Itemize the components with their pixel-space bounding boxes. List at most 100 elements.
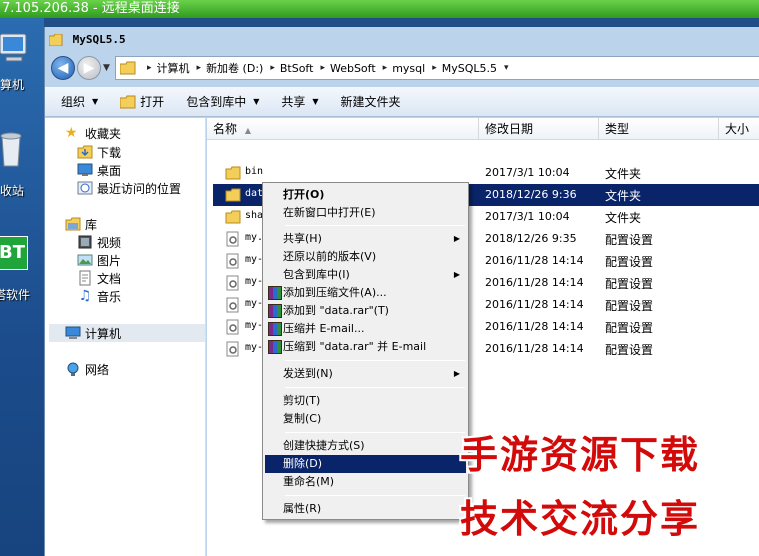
menu-item-compress-and-email[interactable]: 压缩并 E-mail... — [265, 320, 466, 338]
file-name: bin — [245, 166, 264, 177]
nav-favorites[interactable]: ★ 收藏夹 — [65, 124, 121, 142]
desktop-icon-bt-panel[interactable]: BT 塔软件 — [0, 236, 44, 306]
nav-music[interactable]: ♫ 音乐 — [77, 287, 121, 305]
sort-ascending-icon: ▲ — [244, 126, 251, 135]
nav-recent-places[interactable]: 最近访问的位置 — [77, 179, 181, 197]
column-header-size[interactable]: 大小 — [719, 118, 759, 140]
file-type: 文件夹 — [605, 189, 642, 203]
config-file-icon — [226, 253, 239, 269]
context-menu: 打开(O) 在新窗口中打开(E) 共享(H) ▶ 还原以前的版本(V) 包含到库中… — [262, 182, 469, 520]
menu-item-delete[interactable]: 删除(D) — [265, 455, 466, 473]
libraries-icon — [65, 217, 81, 231]
address-row: ◀ ▶ ▼ ▸ 计算机 ▸ 新加卷 (D:) ▸ BtSoft ▸ WebSof… — [49, 55, 759, 81]
menu-separator — [285, 360, 465, 361]
nav-computer[interactable]: 计算机 — [65, 324, 121, 342]
arrow-left-icon: ◀ — [57, 60, 69, 76]
menu-item-add-to-archive[interactable]: 添加到压缩文件(A)... — [265, 284, 466, 302]
nav-documents[interactable]: 文档 — [77, 269, 121, 287]
menu-item-cut[interactable]: 剪切(T) — [265, 392, 466, 410]
winrar-icon — [268, 340, 282, 354]
breadcrumb-mysql55[interactable]: MySQL5.5 — [442, 62, 497, 75]
menu-item-open-new-window[interactable]: 在新窗口中打开(E) — [265, 204, 466, 222]
column-header-type[interactable]: 类型 — [599, 118, 719, 140]
chevron-right-icon[interactable]: ▸ — [383, 63, 388, 73]
chevron-right-icon[interactable]: ▸ — [197, 63, 202, 73]
menu-item-restore-previous-versions[interactable]: 还原以前的版本(V) — [265, 248, 466, 266]
share-button[interactable]: 共享 ▼ — [281, 93, 318, 110]
file-date: 2016/11/28 14:14 — [485, 254, 584, 267]
back-button[interactable]: ◀ — [51, 56, 75, 80]
nav-libraries[interactable]: 库 — [65, 215, 97, 233]
column-header-name[interactable]: 名称 ▲ — [207, 118, 479, 140]
history-dropdown-icon[interactable]: ▼ — [103, 63, 110, 73]
file-type: 配置设置 — [605, 255, 654, 269]
folder-icon — [49, 34, 63, 46]
breadcrumb-mysql[interactable]: mysql — [392, 62, 425, 75]
menu-item-send-to[interactable]: 发送到(N) ▶ — [265, 365, 466, 383]
new-folder-button[interactable]: 新建文件夹 — [341, 93, 401, 110]
nav-videos[interactable]: 视频 — [77, 233, 121, 251]
desktop-icon-recycle-bin[interactable]: 收站 — [0, 130, 44, 200]
winrar-icon — [268, 322, 282, 336]
desktop-icon-recycle-bin-label: 收站 — [0, 184, 25, 198]
menu-item-create-shortcut[interactable]: 创建快捷方式(S) — [265, 437, 466, 455]
config-file-icon — [226, 297, 239, 313]
file-date: 2016/11/28 14:14 — [485, 342, 584, 355]
file-date: 2017/3/1 10:04 — [485, 210, 570, 223]
submenu-arrow-icon: ▶ — [453, 270, 460, 279]
forward-button[interactable]: ▶ — [77, 56, 101, 80]
menu-separator — [285, 387, 465, 388]
window-title-bar: MySQL5.5 — [49, 31, 126, 49]
chevron-down-icon: ▼ — [312, 97, 319, 106]
menu-item-open[interactable]: 打开(O) — [265, 186, 466, 204]
menu-item-properties[interactable]: 属性(R) — [265, 500, 466, 518]
nav-desktop[interactable]: 桌面 — [77, 161, 121, 179]
file-row[interactable]: bin 2017/3/1 10:04 文件夹 — [213, 162, 759, 184]
breadcrumb-volume[interactable]: 新加卷 (D:) — [206, 60, 263, 76]
winrar-icon — [268, 286, 282, 300]
desktop-icon-computer[interactable]: 算机 — [0, 32, 44, 92]
nav-downloads[interactable]: 下载 — [77, 143, 121, 161]
rdp-title: 7.105.206.38 - 远程桌面连接 — [2, 1, 180, 16]
address-bar[interactable]: ▸ 计算机 ▸ 新加卷 (D:) ▸ BtSoft ▸ WebSoft ▸ my… — [115, 56, 759, 80]
column-header-date[interactable]: 修改日期 — [479, 118, 599, 140]
menu-item-include-in-library[interactable]: 包含到库中(I) ▶ — [265, 266, 466, 284]
music-icon: ♫ — [78, 288, 92, 304]
desktop: 算机 收站 BT 塔软件 — [0, 18, 44, 556]
include-in-library-button[interactable]: 包含到库中 ▼ — [186, 93, 259, 110]
file-name: my- — [245, 254, 264, 265]
navigation-pane: ★ 收藏夹 下载 桌面 最近访问的位置 库 视频 图片 文档 ♫ 音乐 计算机 … — [45, 118, 206, 556]
file-date: 2018/12/26 9:35 — [485, 232, 577, 245]
pictures-icon — [77, 254, 93, 266]
menu-item-copy[interactable]: 复制(C) — [265, 410, 466, 428]
config-file-icon — [226, 341, 239, 357]
menu-separator — [285, 495, 465, 496]
star-icon: ★ — [65, 125, 78, 141]
nav-pictures[interactable]: 图片 — [77, 251, 121, 269]
chevron-right-icon[interactable]: ▸ — [270, 63, 275, 73]
recent-places-icon — [77, 181, 93, 195]
menu-item-share[interactable]: 共享(H) ▶ — [265, 230, 466, 248]
chevron-right-icon[interactable]: ▸ — [320, 63, 325, 73]
chevron-down-icon: ▼ — [253, 97, 260, 106]
organize-button[interactable]: 组织 ▼ — [61, 93, 98, 110]
menu-item-add-to-data-rar[interactable]: 添加到 "data.rar"(T) — [265, 302, 466, 320]
config-file-icon — [226, 275, 239, 291]
submenu-arrow-icon: ▶ — [453, 234, 460, 243]
downloads-folder-icon — [77, 145, 93, 159]
file-type: 配置设置 — [605, 277, 654, 291]
open-button[interactable]: 打开 — [120, 93, 164, 110]
chevron-right-icon[interactable]: ▸ — [147, 63, 152, 73]
menu-item-rename[interactable]: 重命名(M) — [265, 473, 466, 491]
menu-item-compress-to-rar-and-email[interactable]: 压缩到 "data.rar" 并 E-mail — [265, 338, 466, 356]
watermark-line-1: 手游资源下载 — [460, 433, 701, 477]
chevron-down-icon[interactable]: ▾ — [504, 63, 509, 73]
file-name: my- — [245, 298, 264, 309]
breadcrumb-computer[interactable]: 计算机 — [157, 60, 190, 76]
window-title: MySQL5.5 — [72, 33, 126, 46]
menu-separator — [285, 225, 465, 226]
breadcrumb-btsoft[interactable]: BtSoft — [280, 62, 314, 75]
nav-network[interactable]: 网络 — [65, 360, 109, 378]
breadcrumb-websoft[interactable]: WebSoft — [330, 62, 376, 75]
chevron-right-icon[interactable]: ▸ — [432, 63, 437, 73]
